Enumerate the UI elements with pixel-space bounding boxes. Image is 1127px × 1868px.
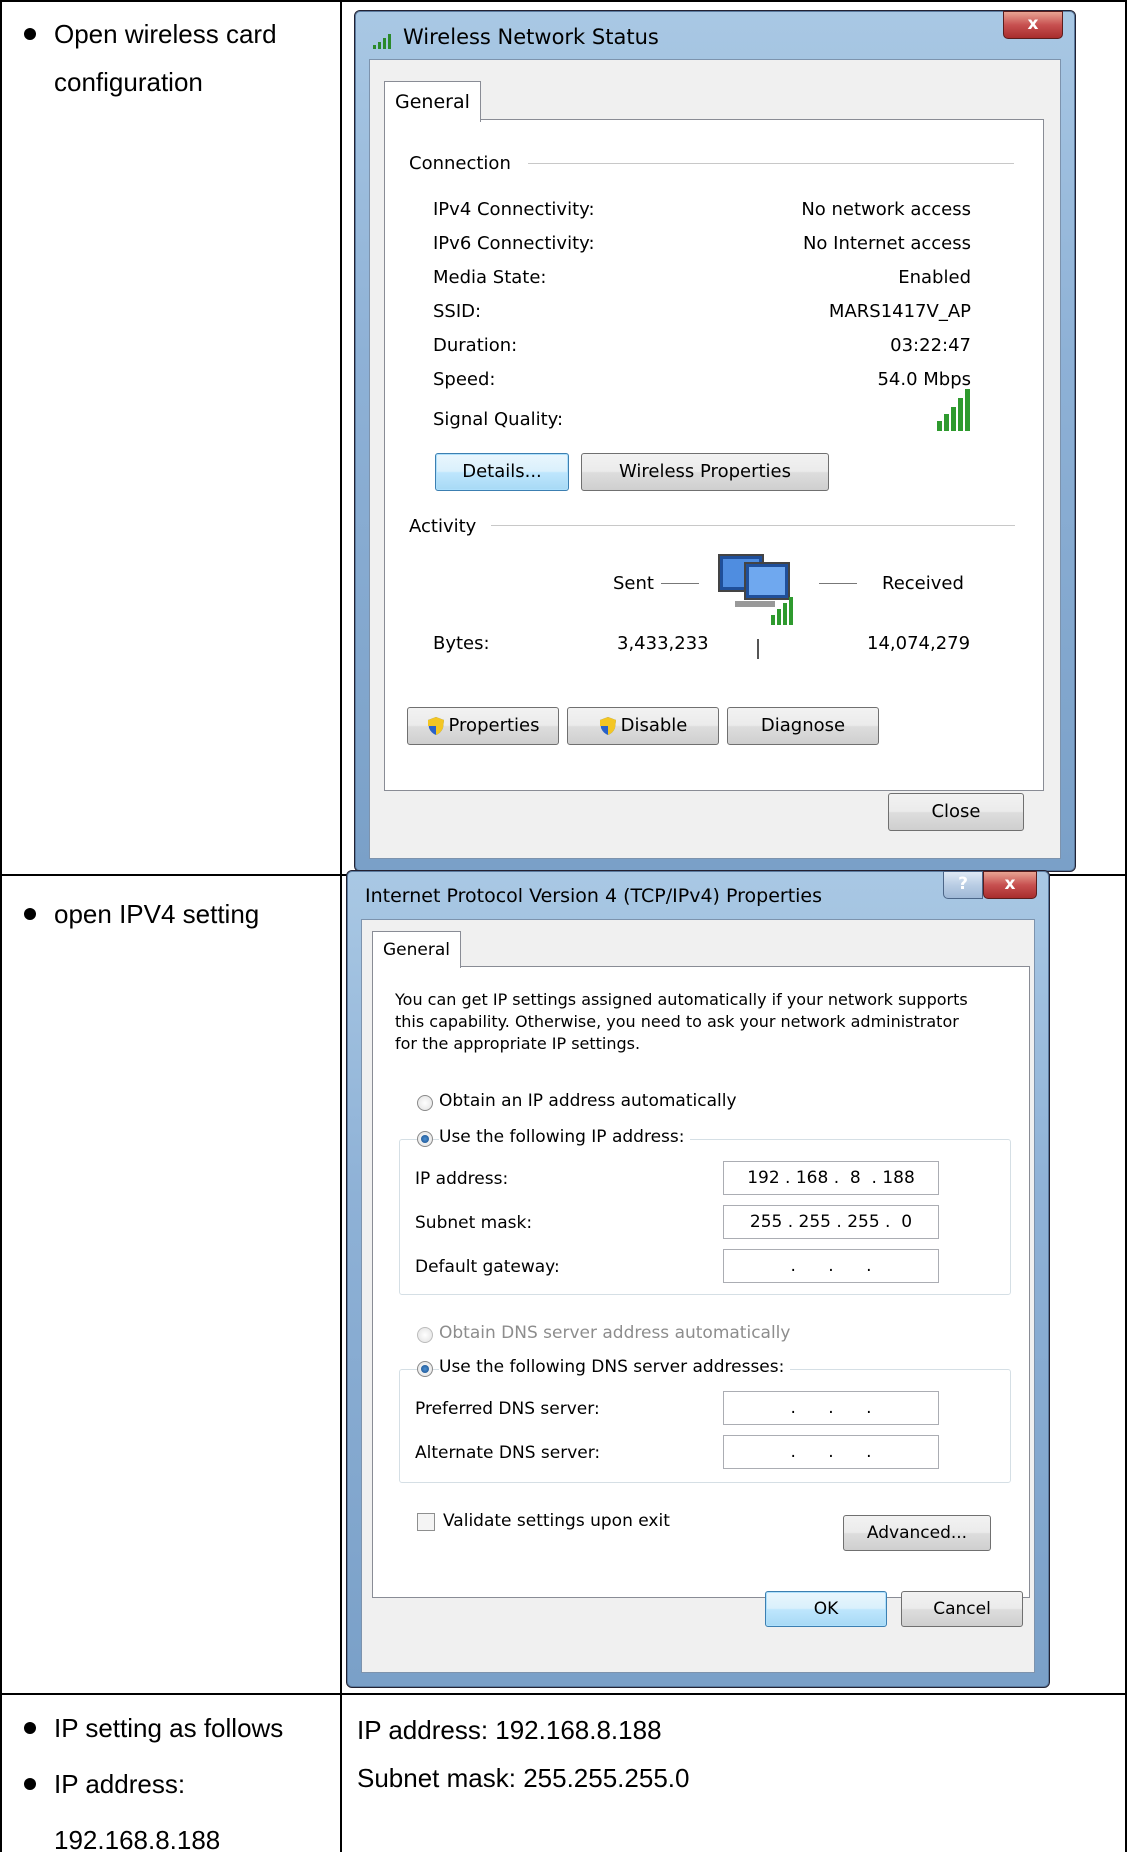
status-field-label: Media State: (433, 267, 547, 288)
ipv4-properties-window: Internet Protocol Version 4 (TCP/IPv4) P… (346, 870, 1050, 1688)
row3-step-text: IP setting as follows IP address: 192.16… (24, 1700, 283, 1868)
intro-line-3: for the appropriate IP settings. (395, 1034, 641, 1053)
wireless-properties-button[interactable]: Wireless Properties (581, 453, 829, 491)
preferred-dns-label: Preferred DNS server: (415, 1399, 600, 1419)
details-button[interactable]: Details... (435, 453, 569, 491)
default-gateway-label: Default gateway: (415, 1257, 560, 1277)
row1-line2: configuration (54, 67, 203, 97)
close-icon[interactable]: x (983, 871, 1037, 899)
obtain-ip-auto-radio[interactable] (417, 1095, 433, 1111)
status-field-value: No network access (801, 199, 971, 220)
status-field-label: IPv4 Connectivity: (433, 199, 595, 220)
alternate-dns-label: Alternate DNS server: (415, 1443, 601, 1463)
ip-address-note: IP address: 192.168.8.188 (357, 1715, 662, 1745)
validate-settings-label[interactable]: Validate settings upon exit (443, 1511, 670, 1531)
row2-step-text: open IPV4 setting (24, 890, 259, 938)
uac-shield-icon (599, 717, 616, 735)
close-icon[interactable]: x (1003, 11, 1063, 39)
bullet-icon (24, 1778, 36, 1790)
sent-line (661, 583, 699, 584)
bytes-label: Bytes: (433, 633, 490, 654)
received-label: Received (882, 573, 964, 594)
bytes-divider (757, 639, 759, 659)
bytes-received-value: 14,074,279 (867, 633, 971, 654)
row3-line1: IP setting as follows (54, 1713, 284, 1743)
bytes-sent-value: 3,433,233 (617, 633, 709, 654)
window-title: Wireless Network Status (403, 25, 659, 49)
help-icon[interactable]: ? (943, 871, 983, 899)
status-field-label: SSID: (433, 301, 482, 322)
connection-group-line (528, 163, 1014, 164)
preferred-dns-field[interactable]: . . . (723, 1391, 939, 1425)
cancel-button[interactable]: Cancel (901, 1591, 1023, 1627)
bullet-icon (24, 908, 36, 920)
ip-address-field[interactable]: 192 . 168 . 8 . 188 (723, 1161, 939, 1195)
status-field-value: 03:22:47 (890, 335, 971, 356)
use-following-dns-radio[interactable] (417, 1361, 433, 1377)
subnet-mask-note: Subnet mask: 255.255.255.0 (357, 1763, 690, 1793)
row2-line1: open IPV4 setting (54, 899, 260, 929)
intro-text: You can get IP settings assigned automat… (395, 989, 968, 1055)
tab-general[interactable]: General (372, 931, 461, 968)
disable-label: Disable (620, 715, 688, 736)
row3-line3: 192.168.8.188 (54, 1825, 221, 1855)
close-button[interactable]: Close (888, 793, 1024, 831)
table-border-top (0, 0, 1127, 2)
intro-line-1: You can get IP settings assigned automat… (395, 990, 968, 1009)
window-title: Internet Protocol Version 4 (TCP/IPv4) P… (365, 885, 823, 907)
properties-button[interactable]: Properties (407, 707, 559, 745)
obtain-dns-auto-radio[interactable] (417, 1327, 433, 1343)
activity-group-line (491, 525, 1015, 526)
connection-group-label: Connection (409, 153, 511, 174)
validate-settings-checkbox[interactable] (417, 1513, 435, 1531)
use-following-dns-label[interactable]: Use the following DNS server addresses: (439, 1357, 791, 1377)
bullet-icon (24, 1722, 36, 1734)
status-field-value: MARS1417V_AP (828, 301, 971, 322)
obtain-dns-auto-label[interactable]: Obtain DNS server address automatically (439, 1323, 790, 1343)
status-field-value: Enabled (898, 267, 971, 288)
received-line (819, 583, 857, 584)
use-following-ip-label[interactable]: Use the following IP address: (439, 1127, 691, 1147)
disable-button[interactable]: Disable (567, 707, 719, 745)
subnet-mask-label: Subnet mask: (415, 1213, 533, 1233)
row3-settings-text: IP address: 192.168.8.188 Subnet mask: 2… (357, 1706, 689, 1802)
advanced-button[interactable]: Advanced... (843, 1515, 991, 1551)
table-column-divider (340, 0, 342, 1852)
row1-line1: Open wireless card (54, 19, 277, 49)
obtain-ip-auto-label[interactable]: Obtain an IP address automatically (439, 1091, 737, 1111)
ip-address-label: IP address: (415, 1169, 509, 1189)
default-gateway-field[interactable]: . . . (723, 1249, 939, 1283)
intro-line-2: this capability. Otherwise, you need to … (395, 1012, 959, 1031)
status-field-label: IPv6 Connectivity: (433, 233, 595, 254)
subnet-mask-field[interactable]: 255 . 255 . 255 . 0 (723, 1205, 939, 1239)
table-divider-2 (0, 1693, 1127, 1695)
status-field-value: No Internet access (802, 233, 971, 254)
wireless-properties-label: Wireless Properties (618, 461, 791, 482)
tab-general[interactable]: General (384, 81, 481, 122)
status-field-value: 54.0 Mbps (877, 369, 971, 390)
wireless-status-window: Wireless Network Status x General Connec… (354, 10, 1076, 872)
signal-quality-icon (937, 389, 970, 431)
sent-label: Sent (613, 573, 654, 594)
row1-step-text: Open wireless card configuration (24, 10, 277, 106)
diagnose-button[interactable]: Diagnose (727, 707, 879, 745)
alternate-dns-field[interactable]: . . . (723, 1435, 939, 1469)
status-field-label: Duration: (433, 335, 518, 356)
properties-label: Properties (448, 715, 540, 736)
uac-shield-icon (427, 717, 444, 735)
status-field-label: Speed: (433, 369, 496, 390)
ok-button[interactable]: OK (765, 1591, 887, 1627)
activity-group-label: Activity (409, 516, 477, 537)
bullet-icon (24, 28, 36, 40)
use-following-ip-radio[interactable] (417, 1131, 433, 1147)
row3-line2: IP address: (54, 1769, 186, 1799)
wifi-signal-icon (373, 34, 391, 49)
signal-quality-label: Signal Quality: (433, 409, 564, 430)
network-computers-icon (718, 554, 793, 625)
table-border-left (0, 0, 2, 1852)
